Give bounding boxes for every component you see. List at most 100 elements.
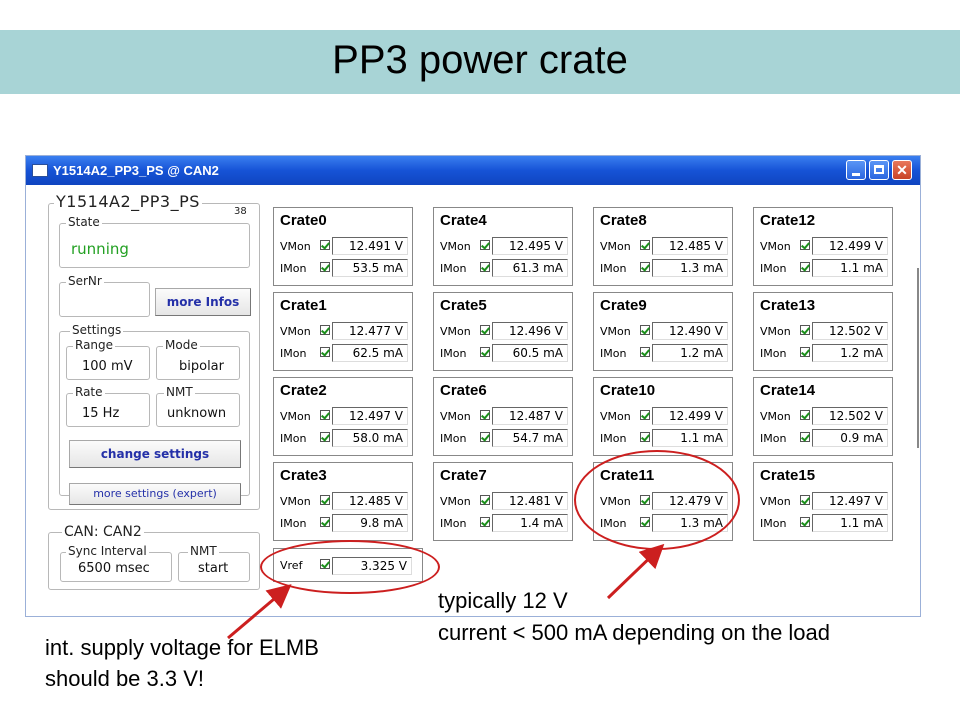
crate-title: Crate3 — [280, 467, 327, 484]
imon-checkbox[interactable] — [480, 347, 490, 357]
crate-title: Crate4 — [440, 212, 487, 229]
vmon-value: 12.497 V — [812, 492, 888, 510]
imon-checkbox[interactable] — [480, 432, 490, 442]
vmon-value: 12.502 V — [812, 407, 888, 425]
imon-value: 1.1 mA — [812, 259, 888, 277]
vmon-label: VMon — [600, 410, 631, 423]
vmon-checkbox[interactable] — [800, 495, 810, 505]
imon-checkbox[interactable] — [800, 432, 810, 442]
more-settings-button[interactable]: more settings (expert) — [69, 483, 241, 505]
imon-label: IMon — [760, 262, 787, 275]
imon-label: IMon — [280, 262, 307, 275]
vmon-label: VMon — [760, 495, 791, 508]
crate-panel-13: Crate13 VMon 12.502 V IMon 1.2 mA — [753, 292, 893, 371]
settings-label: Settings — [70, 323, 124, 337]
can-nmt-value: start — [198, 561, 229, 576]
app-icon — [32, 164, 48, 177]
imon-label: IMon — [760, 432, 787, 445]
vmon-checkbox[interactable] — [800, 240, 810, 250]
imon-value: 1.3 mA — [652, 259, 728, 277]
sernr-label: SerNr — [66, 274, 104, 288]
note-current-range: current < 500 mA depending on the load — [438, 620, 831, 645]
vref-highlight-ellipse — [260, 540, 440, 594]
slide-title: PP3 power crate — [332, 38, 628, 82]
note-should-be: should be 3.3 V! — [45, 666, 205, 691]
crate-panel-14: Crate14 VMon 12.502 V IMon 0.9 mA — [753, 377, 893, 456]
imon-checkbox[interactable] — [800, 262, 810, 272]
imon-checkbox[interactable] — [640, 347, 650, 357]
note-supply-voltage: int. supply voltage for ELMB — [45, 635, 319, 660]
vmon-checkbox[interactable] — [640, 410, 650, 420]
vmon-label: VMon — [280, 240, 311, 253]
vmon-label: VMon — [440, 240, 471, 253]
imon-checkbox[interactable] — [320, 262, 330, 272]
maximize-icon — [874, 165, 884, 174]
vmon-checkbox[interactable] — [320, 410, 330, 420]
vmon-checkbox[interactable] — [320, 495, 330, 505]
state-label: State — [66, 215, 102, 229]
window-titlebar[interactable]: Y1514A2_PP3_PS @ CAN2 ✕ — [26, 156, 920, 185]
note-typical-voltage: typically 12 V — [438, 588, 568, 613]
vmon-checkbox[interactable] — [480, 240, 490, 250]
vmon-label: VMon — [760, 325, 791, 338]
imon-checkbox[interactable] — [800, 347, 810, 357]
imon-label: IMon — [440, 432, 467, 445]
vmon-checkbox[interactable] — [480, 495, 490, 505]
imon-label: IMon — [280, 347, 307, 360]
vmon-label: VMon — [440, 325, 471, 338]
crate11-highlight-ellipse — [574, 450, 740, 550]
vmon-value: 12.496 V — [492, 322, 568, 340]
imon-value: 0.9 mA — [812, 429, 888, 447]
imon-checkbox[interactable] — [320, 517, 330, 527]
crate-panel-5: Crate5 VMon 12.496 V IMon 60.5 mA — [433, 292, 573, 371]
vmon-checkbox[interactable] — [800, 325, 810, 335]
vmon-checkbox[interactable] — [640, 325, 650, 335]
crate-panel-15: Crate15 VMon 12.497 V IMon 1.1 mA — [753, 462, 893, 541]
maximize-button[interactable] — [869, 160, 889, 180]
vmon-value: 12.497 V — [332, 407, 408, 425]
nmt-value: unknown — [167, 406, 227, 421]
vmon-checkbox[interactable] — [320, 325, 330, 335]
crate-title: Crate0 — [280, 212, 327, 229]
imon-label: IMon — [440, 517, 467, 530]
nmt-label: NMT — [164, 385, 195, 399]
close-button[interactable]: ✕ — [892, 160, 912, 180]
vmon-checkbox[interactable] — [480, 410, 490, 420]
crate-panel-9: Crate9 VMon 12.490 V IMon 1.2 mA — [593, 292, 733, 371]
rate-label: Rate — [73, 385, 105, 399]
crate-title: Crate13 — [760, 297, 816, 314]
vmon-value: 12.499 V — [652, 407, 728, 425]
vmon-checkbox[interactable] — [640, 240, 650, 250]
window-edge-line — [917, 268, 919, 448]
vmon-checkbox[interactable] — [480, 325, 490, 335]
imon-label: IMon — [440, 347, 467, 360]
more-infos-button[interactable]: more Infos — [155, 288, 251, 316]
vmon-value: 12.499 V — [812, 237, 888, 255]
vmon-checkbox[interactable] — [800, 410, 810, 420]
imon-checkbox[interactable] — [480, 262, 490, 272]
vmon-checkbox[interactable] — [320, 240, 330, 250]
vmon-value: 12.495 V — [492, 237, 568, 255]
imon-label: IMon — [600, 262, 627, 275]
imon-label: IMon — [600, 432, 627, 445]
imon-checkbox[interactable] — [640, 432, 650, 442]
crate-panel-10: Crate10 VMon 12.499 V IMon 1.1 mA — [593, 377, 733, 456]
imon-checkbox[interactable] — [320, 347, 330, 357]
imon-label: IMon — [760, 347, 787, 360]
can-nmt-label: NMT — [188, 544, 219, 558]
change-settings-button[interactable]: change settings — [69, 440, 241, 468]
imon-value: 53.5 mA — [332, 259, 408, 277]
imon-value: 54.7 mA — [492, 429, 568, 447]
imon-checkbox[interactable] — [480, 517, 490, 527]
crate-panel-1: Crate1 VMon 12.477 V IMon 62.5 mA — [273, 292, 413, 371]
vmon-value: 12.491 V — [332, 237, 408, 255]
imon-checkbox[interactable] — [320, 432, 330, 442]
crate-title: Crate10 — [600, 382, 656, 399]
mode-value: bipolar — [179, 359, 224, 374]
minimize-button[interactable] — [846, 160, 866, 180]
imon-value: 61.3 mA — [492, 259, 568, 277]
vmon-label: VMon — [760, 410, 791, 423]
imon-checkbox[interactable] — [640, 262, 650, 272]
imon-checkbox[interactable] — [800, 517, 810, 527]
vmon-value: 12.490 V — [652, 322, 728, 340]
